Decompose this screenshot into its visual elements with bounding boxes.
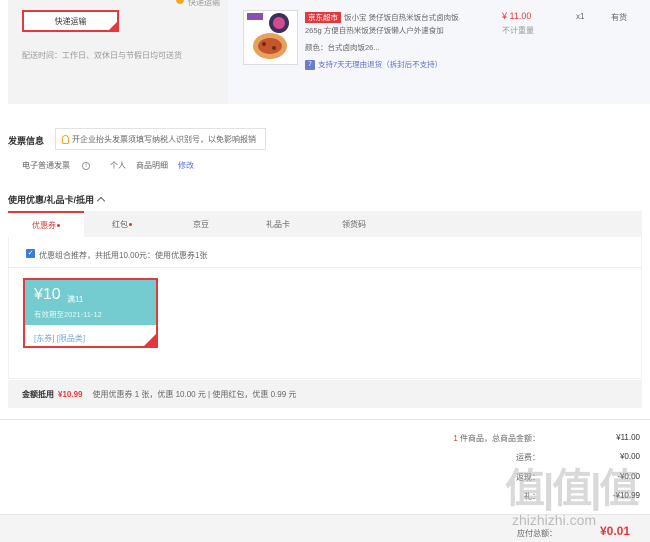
coupon-card[interactable]: ¥10 满11 有效期至2021-11-12 [东券] [限品类] xyxy=(23,278,158,348)
stock-status: 有货 xyxy=(611,13,627,22)
selected-check-icon xyxy=(144,334,156,346)
invoice-title: 发票信息 xyxy=(8,136,45,146)
invoice-holder: 个人 xyxy=(110,161,126,170)
product-title[interactable]: 京东超市 饭小宝 煲仔饭自热米饭台式卤肉饭265g 方便自热米饭煲仔饭懒人户外速食… xyxy=(305,11,470,37)
payable-label: 应付总额： xyxy=(517,529,557,538)
invoice-edit-link[interactable]: 修改 xyxy=(178,160,194,171)
jd-supermarket-tag: 京东超市 xyxy=(305,12,341,23)
product-weight: 不计重量 xyxy=(502,26,534,35)
item-count: 1 xyxy=(453,434,458,443)
combo-label: 优惠组合推荐，共抵用10.00元：使用优惠券1张 xyxy=(39,251,208,260)
coupon-amount: ¥10 xyxy=(34,286,61,303)
tab-red-packet-label: 红包 xyxy=(112,219,128,229)
return-policy-text: 支持7天无理由退货（拆封后不支持） xyxy=(318,60,443,69)
product-quantity: x1 xyxy=(576,12,585,21)
return-policy-icon: 7 xyxy=(305,59,315,70)
chevron-up-icon xyxy=(96,196,106,206)
invoice-type-label: 电子普通发票 xyxy=(22,161,70,170)
shipping-top-label: 快递运输 xyxy=(188,0,220,7)
summary-amount: ¥10.99 xyxy=(58,389,83,399)
summary-detail: 使用优惠券 1 张，优惠 10.00 元 | 使用红包，优惠 0.99 元 xyxy=(92,389,297,399)
selected-corner-icon xyxy=(109,22,117,30)
section-divider xyxy=(0,419,650,420)
coupons-title-text: 使用优惠/礼品卡/抵用 xyxy=(8,195,95,205)
shipping-method-button[interactable]: 快递运输 xyxy=(22,10,119,32)
combo-checkbox[interactable]: ✓ xyxy=(26,249,35,258)
watermark-logo: 值|值|值 xyxy=(505,467,639,511)
return-policy: 7 支持7天无理由退货（拆封后不支持） xyxy=(305,59,442,70)
summary-label: 金额抵用 xyxy=(22,389,54,399)
coupon-card-header: ¥10 满11 有效期至2021-11-12 xyxy=(25,280,156,325)
discount-summary: 金额抵用 ¥10.99 使用优惠券 1 张，优惠 10.00 元 | 使用红包，… xyxy=(8,380,642,408)
new-dot-icon xyxy=(129,222,132,226)
tab-red-packet[interactable]: 红包 xyxy=(84,211,160,237)
payable-value: ¥0.01 xyxy=(600,524,631,538)
goods-total-value: ¥11.00 xyxy=(616,433,640,442)
product-price: ¥ 11.00 xyxy=(502,11,532,21)
coupon-minimum: 满11 xyxy=(67,295,84,304)
new-dot-icon xyxy=(57,223,60,227)
shipping-method-label: 快递运输 xyxy=(54,16,87,26)
goods-total-row: 1 件商品，总商品金额： ¥11.00 xyxy=(420,433,640,444)
watermark-url: zhizhizhi.com xyxy=(512,512,597,528)
tab-gift-card[interactable]: 礼品卡 xyxy=(242,211,314,237)
invoice-content: 商品明细 xyxy=(136,161,168,170)
tab-coupons[interactable]: 优惠券 xyxy=(8,211,84,237)
info-icon[interactable]: i xyxy=(82,161,90,170)
tab-pickup-code[interactable]: 领货码 xyxy=(314,211,394,237)
invoice-details: 电子普通发票 i 个人 商品明细 修改 xyxy=(22,160,204,171)
lightbulb-icon xyxy=(62,134,69,144)
invoice-type: 电子普通发票 i xyxy=(22,160,100,171)
invoice-tip: 开企业抬头发票须填写纳税人识别号，以免影响报销 xyxy=(55,128,266,150)
tab-gift-card-label: 礼品卡 xyxy=(266,219,290,229)
coupon-expiry: 有效期至2021-11-12 xyxy=(34,310,102,319)
coupon-tags: [东券] [限品类] xyxy=(34,334,86,343)
product-color: 颜色：台式卤肉饭26... xyxy=(305,43,380,52)
tab-jd-beans[interactable]: 京豆 xyxy=(160,211,242,237)
item-count-label: 件商品，总商品金额： xyxy=(460,434,540,443)
goods-total-label: 1 件商品，总商品金额： xyxy=(420,433,540,444)
coupons-section-title[interactable]: 使用优惠/礼品卡/抵用 xyxy=(8,193,106,206)
divider xyxy=(8,267,642,268)
tab-jd-beans-label: 京豆 xyxy=(193,219,209,229)
tab-pickup-code-label: 领货码 xyxy=(342,219,366,229)
invoice-tip-text: 开企业抬头发票须填写纳税人识别号，以免影响报销 xyxy=(72,134,256,144)
tab-coupons-label: 优惠券 xyxy=(32,220,56,230)
product-thumbnail[interactable] xyxy=(243,10,298,65)
delivery-time: 配送时间：工作日、双休日与节假日均可送货 xyxy=(22,51,182,60)
